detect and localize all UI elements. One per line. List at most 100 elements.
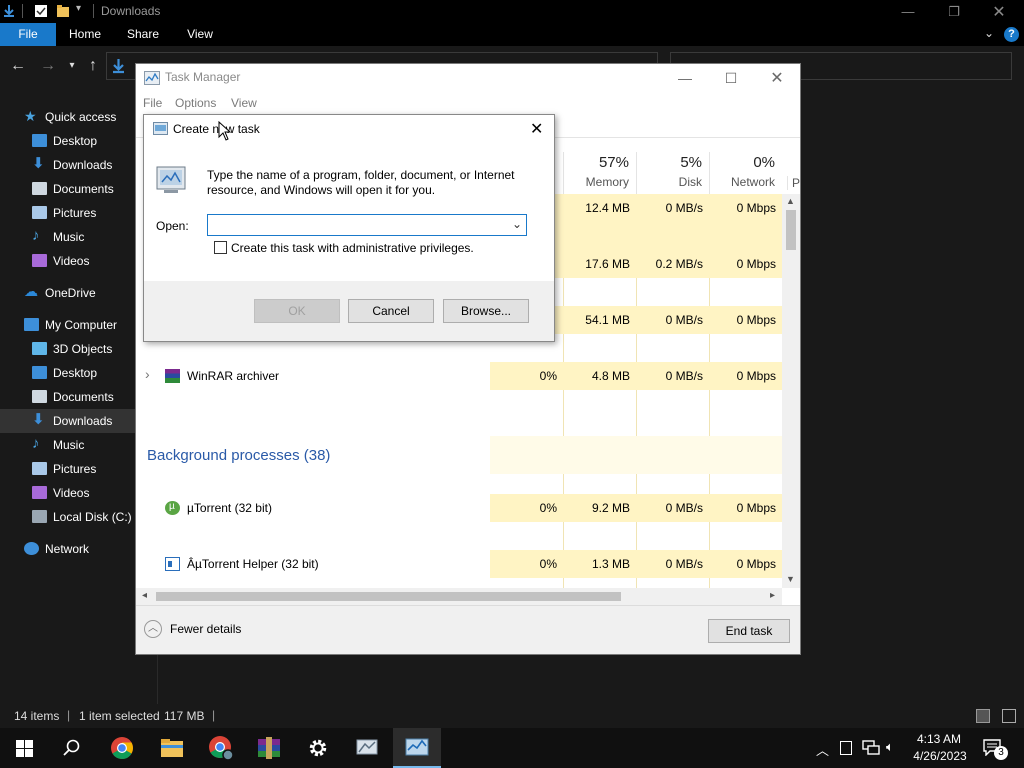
admin-checkbox-label[interactable]: Create this task with administrative pri… bbox=[231, 241, 474, 255]
navigation-pane: ★ Quick access Desktop ⬇ Downloads Documents P… bbox=[0, 100, 158, 600]
tab-home[interactable]: Home bbox=[62, 23, 108, 46]
expand-ribbon-icon[interactable]: ⌄ bbox=[984, 26, 994, 40]
clock-date[interactable]: 4/26/2023 bbox=[910, 749, 970, 763]
sidebar-item[interactable]: ⬇ Downloads bbox=[0, 409, 158, 433]
sidebar-item[interactable]: ♪ Music bbox=[0, 433, 158, 457]
minimize-button[interactable]: — bbox=[662, 64, 708, 92]
maximize-button[interactable]: ☐ bbox=[708, 64, 754, 92]
tablet-icon[interactable] bbox=[840, 741, 852, 755]
sidebar-item[interactable]: ★ Quick access bbox=[0, 105, 158, 129]
explorer-titlebar: ▾ Downloads — ❐ ✕ bbox=[0, 0, 1024, 23]
sidebar-item[interactable]: Videos bbox=[0, 481, 158, 505]
sidebar-item[interactable]: ⬇ Downloads bbox=[0, 153, 158, 177]
column-disk[interactable]: 5% Disk bbox=[636, 152, 708, 194]
process-row[interactable]: µ µTorrent (32 bit) 0% 9.2 MB 0 MB/s 0 Mbps bbox=[136, 494, 782, 522]
item-count: 14 items bbox=[14, 709, 60, 723]
menu-file[interactable]: File bbox=[143, 96, 162, 110]
new-folder-icon[interactable] bbox=[56, 4, 70, 18]
taskbar-chrome-profile[interactable] bbox=[197, 728, 245, 768]
large-icons-view-button[interactable] bbox=[1002, 709, 1016, 723]
column-power-partial[interactable]: P bbox=[787, 176, 800, 190]
chevron-down-icon[interactable]: ⌄ bbox=[512, 217, 522, 231]
recent-locations-icon[interactable]: ▾ bbox=[62, 56, 82, 76]
column-network[interactable]: 0% Network bbox=[709, 152, 781, 194]
maximize-button[interactable]: ❐ bbox=[931, 0, 977, 23]
forward-button[interactable]: → bbox=[38, 56, 58, 76]
menu-options[interactable]: Options bbox=[175, 96, 216, 110]
search-button[interactable] bbox=[48, 728, 96, 768]
cancel-button[interactable]: Cancel bbox=[348, 299, 434, 323]
sidebar-item-label: Documents bbox=[53, 182, 114, 196]
process-mem-cell: 9.2 MB bbox=[563, 494, 636, 522]
status-bar: 14 items | 1 item selected 117 MB | bbox=[0, 704, 1024, 728]
qat-customize-icon[interactable]: ▾ bbox=[76, 3, 81, 14]
sidebar-item-label: Network bbox=[45, 542, 90, 556]
process-row[interactable]: › WinRAR archiver 0% 4.8 MB 0 MB/s 0 Mbps bbox=[136, 362, 782, 390]
minimize-button[interactable]: — bbox=[885, 0, 931, 23]
scroll-down-icon[interactable]: ▼ bbox=[786, 574, 795, 584]
show-hidden-icons-icon[interactable]: ︿ bbox=[816, 740, 829, 759]
close-button[interactable]: ✕ bbox=[976, 0, 1022, 23]
close-button[interactable]: ✕ bbox=[530, 119, 543, 139]
taskbar-settings[interactable] bbox=[294, 728, 342, 768]
back-button[interactable]: ← bbox=[8, 56, 28, 76]
taskbar-winrar[interactable] bbox=[245, 728, 293, 768]
sidebar-item[interactable]: Videos bbox=[0, 249, 158, 273]
close-button[interactable]: ✕ bbox=[754, 64, 800, 92]
download-icon[interactable] bbox=[2, 4, 16, 18]
sidebar-item[interactable]: Local Disk (C:) bbox=[0, 505, 158, 529]
up-button[interactable]: ↑ bbox=[83, 56, 103, 76]
tab-file[interactable]: File bbox=[0, 23, 56, 46]
action-center-button[interactable]: 3 bbox=[982, 738, 1008, 760]
scroll-right-icon[interactable]: ▸ bbox=[770, 590, 775, 601]
end-task-button[interactable]: End task bbox=[708, 619, 790, 643]
properties-icon[interactable] bbox=[34, 4, 48, 18]
sidebar-item-label: My Computer bbox=[45, 318, 118, 332]
sidebar-item[interactable]: Network bbox=[0, 537, 158, 561]
network-icon[interactable] bbox=[862, 740, 880, 756]
scroll-left-icon[interactable]: ◂ bbox=[142, 590, 147, 601]
start-button[interactable] bbox=[0, 728, 48, 768]
process-name: µTorrent (32 bit) bbox=[187, 501, 272, 515]
process-disk-cell: 0.2 MB/s bbox=[636, 250, 709, 278]
sidebar-item[interactable]: Desktop bbox=[0, 129, 158, 153]
tab-view[interactable]: View bbox=[178, 23, 222, 46]
browse-button[interactable]: Browse... bbox=[443, 299, 529, 323]
sidebar-item[interactable]: ☁ OneDrive bbox=[0, 281, 158, 305]
help-icon[interactable]: ? bbox=[1004, 27, 1019, 42]
menu-view[interactable]: View bbox=[231, 96, 257, 110]
ok-button[interactable]: OK bbox=[254, 299, 340, 323]
horizontal-scrollbar[interactable]: ◂ ▸ bbox=[136, 588, 782, 605]
taskbar-chrome[interactable] bbox=[98, 728, 146, 768]
sidebar-item[interactable]: Documents bbox=[0, 177, 158, 201]
admin-checkbox[interactable] bbox=[214, 241, 227, 254]
chevron-up-icon[interactable]: ︿ bbox=[144, 620, 162, 638]
sidebar-item[interactable]: Documents bbox=[0, 385, 158, 409]
clock-time[interactable]: 4:13 AM bbox=[916, 732, 962, 746]
fewer-details-link[interactable]: Fewer details bbox=[170, 622, 241, 636]
sidebar-item[interactable]: Desktop bbox=[0, 361, 158, 385]
scroll-up-icon[interactable]: ▲ bbox=[786, 196, 795, 206]
sidebar-item[interactable]: Pictures bbox=[0, 201, 158, 225]
pictures-icon bbox=[32, 462, 47, 475]
sidebar-item[interactable]: Pictures bbox=[0, 457, 158, 481]
tab-share[interactable]: Share bbox=[120, 23, 166, 46]
taskbar-file-explorer[interactable] bbox=[148, 728, 196, 768]
taskbar-snipping-tool[interactable] bbox=[343, 728, 391, 768]
taskbar-task-manager[interactable] bbox=[393, 728, 441, 768]
vertical-scrollbar[interactable]: ▲ ▼ bbox=[782, 194, 800, 588]
column-memory[interactable]: 57% Memory bbox=[563, 152, 635, 194]
details-view-button[interactable] bbox=[976, 709, 990, 723]
pictures-icon bbox=[32, 206, 47, 219]
open-input[interactable] bbox=[210, 216, 500, 234]
volume-icon[interactable]: 🔈︎ bbox=[886, 739, 894, 755]
sidebar-item[interactable]: ♪ Music bbox=[0, 225, 158, 249]
expand-chevron-icon[interactable]: › bbox=[145, 366, 150, 382]
process-row[interactable]: ÂµTorrent Helper (32 bit) 0% 1.3 MB 0 MB/s 0… bbox=[136, 550, 782, 578]
open-combobox[interactable]: ⌄ bbox=[207, 214, 527, 236]
process-mem-cell: 54.1 MB bbox=[563, 306, 636, 334]
sidebar-item[interactable]: My Computer bbox=[0, 313, 158, 337]
scroll-thumb[interactable] bbox=[786, 210, 796, 250]
sidebar-item[interactable]: 3D Objects bbox=[0, 337, 158, 361]
scroll-thumb[interactable] bbox=[156, 592, 621, 601]
